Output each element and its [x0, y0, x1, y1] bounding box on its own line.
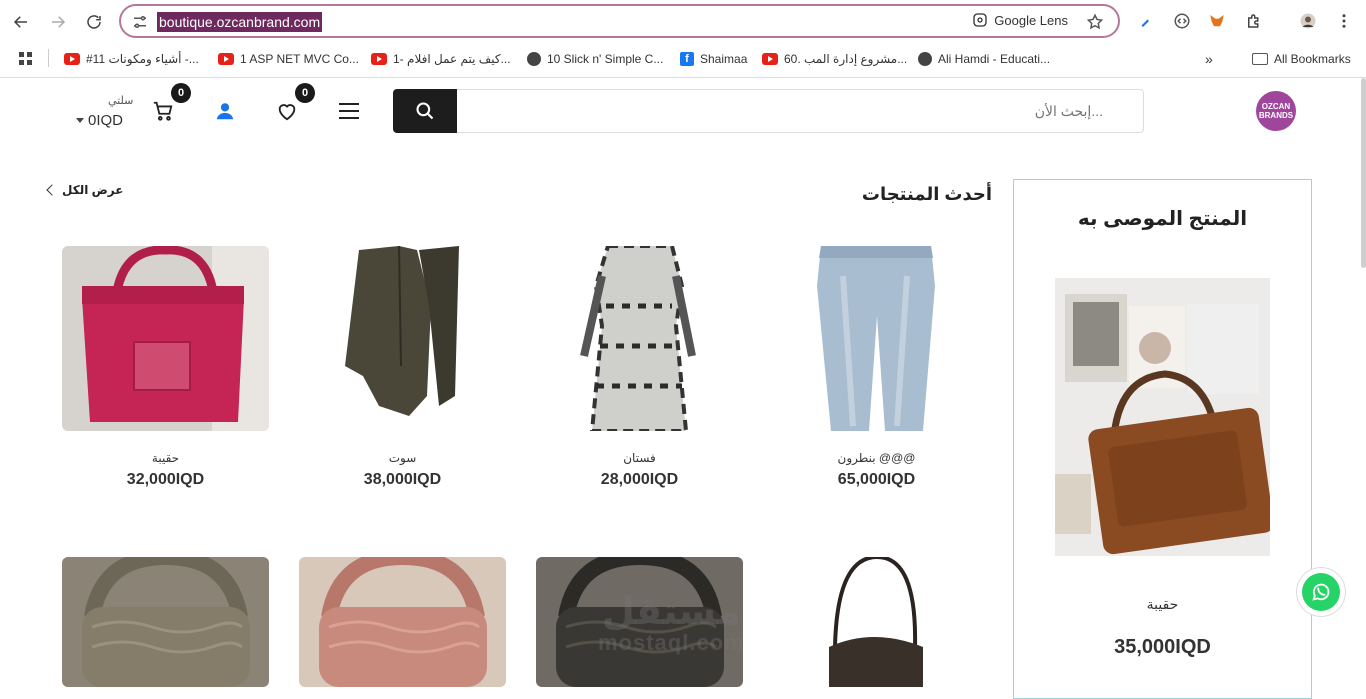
- search-input[interactable]: [456, 90, 1143, 132]
- bookmark-label: Ali Hamdi - Educati...: [938, 52, 1051, 66]
- wishlist-heart-icon[interactable]: [276, 100, 298, 122]
- bookmark-label: #11 أشياء ومكونات -...: [86, 52, 199, 66]
- youtube-icon: [64, 53, 80, 65]
- lens-label: Google Lens: [994, 12, 1068, 28]
- featured-product-price: 35,000IQD: [1114, 636, 1211, 658]
- wishlist-count-badge: 0: [295, 83, 315, 103]
- hamburger-menu-icon[interactable]: [338, 102, 360, 120]
- site-logo[interactable]: OZCAN BRANDS: [1256, 91, 1296, 131]
- bookmark-item[interactable]: 1- كيف يتم عمل افلام...: [371, 50, 511, 68]
- bookmark-label: 60. مشروع إدارة المب...: [784, 52, 908, 66]
- featured-title: المنتج الموصى به: [1077, 208, 1248, 230]
- bookmark-item[interactable]: Ali Hamdi - Educati...: [918, 50, 1050, 68]
- browser-toolbar: boutique.ozcanbrand.com Google Lens: [0, 0, 1366, 44]
- more-bookmarks-button[interactable]: »: [1205, 50, 1213, 68]
- cart-total-dropdown[interactable]: 0IQD: [76, 112, 123, 129]
- product-image[interactable]: [536, 246, 743, 431]
- facebook-icon: f: [680, 52, 694, 66]
- product-image[interactable]: [299, 246, 506, 431]
- product-name[interactable]: بنطرون @@@: [773, 451, 980, 465]
- youtube-icon: [218, 53, 234, 65]
- product-name[interactable]: فستان: [536, 451, 743, 465]
- bookmark-label: 1- كيف يتم عمل افلام...: [393, 52, 511, 66]
- product-name[interactable]: حقيبة: [62, 451, 269, 465]
- account-user-icon[interactable]: [214, 100, 236, 122]
- whatsapp-chat-button[interactable]: [1297, 568, 1345, 616]
- cart-total-value: 0IQD: [88, 112, 124, 129]
- product-card[interactable]: [773, 557, 980, 687]
- bookmark-item[interactable]: 60. مشروع إدارة المب...: [762, 50, 907, 68]
- product-card[interactable]: بنطرون @@@ 65,000IQD: [773, 246, 980, 489]
- globe-icon: [527, 52, 541, 66]
- product-image[interactable]: [62, 557, 269, 687]
- google-lens-button[interactable]: Google Lens: [972, 12, 1068, 28]
- bookmark-label: 1 ASP NET MVC Co...: [240, 52, 359, 66]
- bookmark-item[interactable]: 10 Slick n' Simple C...: [527, 50, 663, 68]
- featured-product-image[interactable]: [1055, 278, 1270, 556]
- folder-icon: [1252, 53, 1268, 65]
- bookmark-item[interactable]: #11 أشياء ومكونات -...: [64, 50, 199, 68]
- site-info-icon[interactable]: [131, 13, 149, 31]
- chevron-down-icon: [76, 118, 84, 123]
- product-card[interactable]: حقيبة 32,000IQD: [62, 246, 269, 489]
- product-price: 65,000IQD: [837, 471, 916, 488]
- bookmark-separator: [48, 49, 49, 67]
- cart-label: سلتي: [108, 95, 134, 107]
- cart-icon[interactable]: [152, 100, 174, 122]
- youtube-icon: [762, 53, 778, 65]
- product-price: 32,000IQD: [126, 471, 205, 488]
- view-all-label: عرض الكل: [62, 183, 124, 197]
- page-scrollbar[interactable]: [1361, 78, 1366, 268]
- page-content: OZCAN BRANDS 0 0 سلتي 0IQD المنتج الموصى…: [0, 78, 1366, 699]
- more-menu-icon[interactable]: [1334, 11, 1354, 31]
- apps-grid-icon[interactable]: [18, 50, 34, 68]
- address-bar[interactable]: boutique.ozcanbrand.com Google Lens: [119, 4, 1120, 38]
- search-field-wrapper: [456, 89, 1144, 133]
- product-card[interactable]: فستان 28,000IQD: [536, 246, 743, 489]
- cart-count-badge: 0: [171, 83, 191, 103]
- watermark-latin: mostaql.com: [598, 630, 745, 655]
- metamask-fox-icon[interactable]: [1207, 11, 1227, 31]
- forward-arrow-icon[interactable]: [45, 9, 71, 35]
- featured-product-panel: المنتج الموصى به حقيبة 35,000IQD: [1013, 179, 1312, 699]
- reload-icon[interactable]: [81, 9, 107, 35]
- product-image[interactable]: [299, 557, 506, 687]
- product-card[interactable]: [299, 557, 506, 687]
- globe-icon: [918, 52, 932, 66]
- watermark: مستقل mostaql.com: [598, 591, 745, 656]
- bookmark-label: 10 Slick n' Simple C...: [547, 52, 664, 66]
- chevron-left-icon: [46, 184, 58, 196]
- all-bookmarks-label: All Bookmarks: [1274, 52, 1351, 66]
- bookmark-item[interactable]: 1 ASP NET MVC Co...: [218, 50, 359, 68]
- bookmark-label: Shaimaa: [700, 52, 748, 66]
- code-extension-icon[interactable]: [1172, 11, 1192, 31]
- search-button[interactable]: [393, 89, 457, 133]
- featured-product-name[interactable]: حقيبة: [1014, 596, 1311, 613]
- product-card[interactable]: سوت 38,000IQD: [299, 246, 506, 489]
- profile-avatar[interactable]: [1298, 11, 1318, 31]
- whatsapp-icon: [1302, 573, 1340, 611]
- product-image[interactable]: [773, 246, 980, 431]
- bookmark-star-icon[interactable]: [1086, 13, 1104, 31]
- product-image[interactable]: [62, 246, 269, 431]
- extensions-puzzle-icon[interactable]: [1244, 11, 1264, 31]
- product-image[interactable]: [773, 557, 980, 687]
- pen-icon[interactable]: [1136, 11, 1156, 31]
- all-bookmarks-button[interactable]: All Bookmarks: [1252, 50, 1351, 68]
- search-icon: [416, 102, 434, 120]
- back-arrow-icon[interactable]: [8, 9, 34, 35]
- product-price: 38,000IQD: [363, 471, 442, 488]
- lens-icon: [973, 13, 987, 27]
- product-price: 28,000IQD: [600, 471, 679, 488]
- bookmarks-bar: #11 أشياء ومكونات -... 1 ASP NET MVC Co.…: [0, 44, 1366, 74]
- product-card[interactable]: [62, 557, 269, 687]
- view-all-link[interactable]: عرض الكل: [46, 183, 124, 197]
- bookmark-item[interactable]: f Shaimaa: [680, 50, 747, 68]
- product-name[interactable]: سوت: [299, 451, 506, 465]
- youtube-icon: [371, 53, 387, 65]
- url-text[interactable]: boutique.ozcanbrand.com: [157, 12, 323, 32]
- latest-products-title: أحدث المنتجات: [861, 184, 992, 204]
- watermark-arabic: مستقل: [601, 591, 741, 633]
